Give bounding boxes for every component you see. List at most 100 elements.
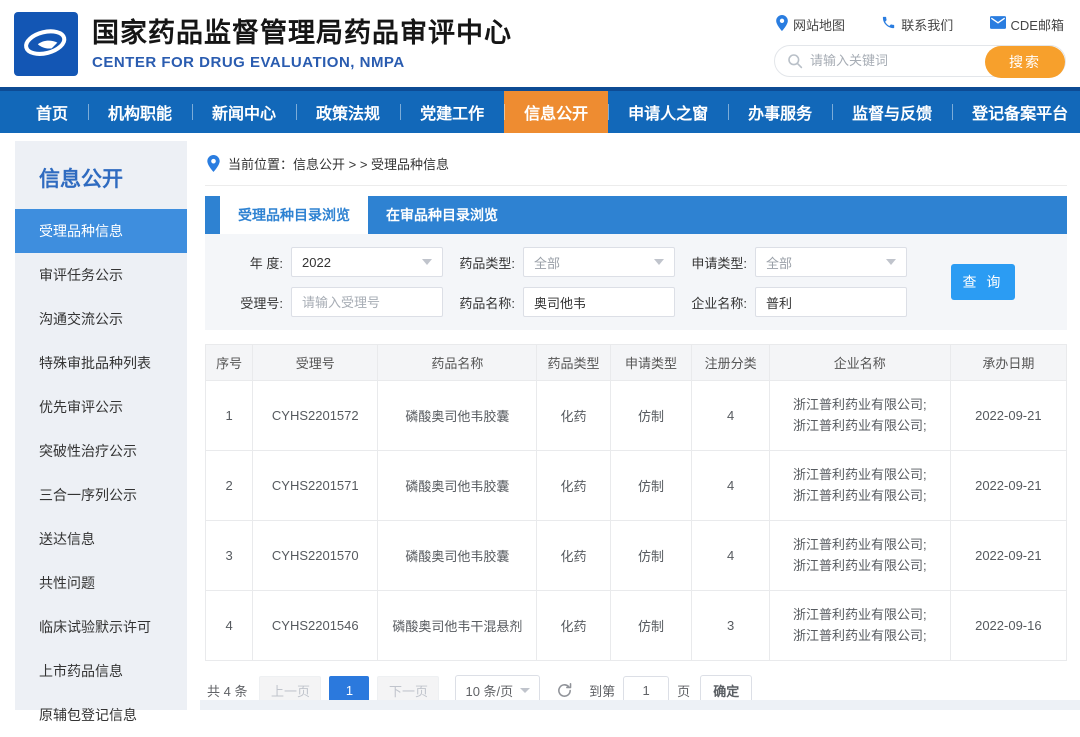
- cell-date: 2022-09-21: [950, 381, 1066, 451]
- accept-no-input[interactable]: [302, 295, 432, 310]
- nav-item-news[interactable]: 新闻中心: [192, 91, 296, 133]
- filter-accept-no: 受理号:: [221, 287, 443, 317]
- header-right: 网站地图 联系我们 CDE邮箱 搜索: [774, 11, 1066, 77]
- drug-type-select[interactable]: 全部: [523, 247, 675, 277]
- cell-index: 3: [206, 521, 253, 591]
- cell-reg-class: 4: [692, 381, 769, 451]
- apply-type-select-value: 全部: [766, 253, 886, 272]
- col-header-drug-type: 药品类型: [537, 345, 610, 381]
- sidebar-item-excipient-registration[interactable]: 原辅包登记信息: [15, 693, 187, 737]
- contact-link[interactable]: 联系我们: [881, 15, 953, 34]
- cell-company: 浙江普利药业有限公司;浙江普利药业有限公司;: [769, 591, 950, 661]
- sidebar-item-review-tasks[interactable]: 审评任务公示: [15, 253, 187, 297]
- filter-apply-type: 申请类型: 全部: [685, 247, 907, 277]
- nav-item-applicant-window[interactable]: 申请人之窗: [608, 91, 728, 133]
- filter-accept-no-label: 受理号:: [221, 293, 283, 312]
- nav-item-party[interactable]: 党建工作: [400, 91, 504, 133]
- cell-apply-type: 仿制: [610, 591, 692, 661]
- cell-drug-name: 磷酸奥司他韦胶囊: [378, 521, 537, 591]
- sidebar-item-accepted-varieties[interactable]: 受理品种信息: [15, 209, 187, 253]
- cde-logo[interactable]: [14, 12, 78, 76]
- company-field: [755, 287, 907, 317]
- sidebar-item-special-approval[interactable]: 特殊审批品种列表: [15, 341, 187, 385]
- contact-link-label: 联系我们: [901, 15, 953, 34]
- sidebar-item-common-issues[interactable]: 共性问题: [15, 561, 187, 605]
- filter-drug-type: 药品类型: 全部: [453, 247, 675, 277]
- content-area: 当前位置：信息公开 > > 受理品种信息 受理品种目录浏览 在审品种目录浏览 年…: [205, 141, 1067, 715]
- query-button[interactable]: 查 询: [951, 264, 1015, 300]
- page-size-value: 10 条/页: [465, 681, 513, 700]
- tab-under-review-catalog[interactable]: 在审品种目录浏览: [368, 196, 516, 234]
- cell-reg-class: 4: [692, 451, 769, 521]
- nav-item-policies[interactable]: 政策法规: [296, 91, 400, 133]
- drug-name-input[interactable]: [534, 295, 664, 310]
- breadcrumb-text: 当前位置：信息公开 > > 受理品种信息: [228, 154, 449, 173]
- nav-item-registration-platform[interactable]: 登记备案平台: [952, 91, 1080, 133]
- location-pin-icon: [207, 155, 220, 172]
- nav-item-services[interactable]: 办事服务: [728, 91, 832, 133]
- cell-index: 4: [206, 591, 253, 661]
- search-button[interactable]: 搜索: [985, 46, 1065, 78]
- cell-accept-no: CYHS2201570: [253, 521, 378, 591]
- apply-type-select[interactable]: 全部: [755, 247, 907, 277]
- mail-link[interactable]: CDE邮箱: [990, 15, 1064, 34]
- cell-drug-type: 化药: [537, 451, 610, 521]
- filter-drug-name-label: 药品名称:: [453, 293, 515, 312]
- table-header-row: 序号 受理号 药品名称 药品类型 申请类型 注册分类 企业名称 承办日期: [206, 345, 1067, 381]
- sidebar-item-three-in-one[interactable]: 三合一序列公示: [15, 473, 187, 517]
- cell-date: 2022-09-16: [950, 591, 1066, 661]
- sidebar-item-clinical-trial-implied-license[interactable]: 临床试验默示许可: [15, 605, 187, 649]
- year-select[interactable]: 2022: [291, 247, 443, 277]
- company-input[interactable]: [766, 295, 896, 310]
- sidebar-item-delivery-info[interactable]: 送达信息: [15, 517, 187, 561]
- filter-drug-type-label: 药品类型:: [453, 253, 515, 272]
- table-row: 4 CYHS2201546 磷酸奥司他韦干混悬剂 化药 仿制 3 浙江普利药业有…: [206, 591, 1067, 661]
- site-title: 国家药品监督管理局药品审评中心: [92, 18, 512, 49]
- breadcrumb: 当前位置：信息公开 > > 受理品种信息: [205, 141, 1067, 186]
- sidebar-item-marketed-drugs[interactable]: 上市药品信息: [15, 649, 187, 693]
- cell-apply-type: 仿制: [610, 451, 692, 521]
- col-header-date: 承办日期: [950, 345, 1066, 381]
- cell-date: 2022-09-21: [950, 451, 1066, 521]
- cell-index: 1: [206, 381, 253, 451]
- mail-icon: [990, 16, 1006, 32]
- filter-drug-name: 药品名称:: [453, 287, 675, 317]
- main-area: 信息公开 受理品种信息 审评任务公示 沟通交流公示 特殊审批品种列表 优先审评公…: [0, 133, 1080, 715]
- table-row: 1 CYHS2201572 磷酸奥司他韦胶囊 化药 仿制 4 浙江普利药业有限公…: [206, 381, 1067, 451]
- table-row: 2 CYHS2201571 磷酸奥司他韦胶囊 化药 仿制 4 浙江普利药业有限公…: [206, 451, 1067, 521]
- filter-year: 年 度: 2022: [221, 247, 443, 277]
- cell-drug-name: 磷酸奥司他韦胶囊: [378, 451, 537, 521]
- sidebar-item-priority-review[interactable]: 优先审评公示: [15, 385, 187, 429]
- nav-item-functions[interactable]: 机构职能: [88, 91, 192, 133]
- cell-reg-class: 3: [692, 591, 769, 661]
- sitemap-link-label: 网站地图: [793, 15, 845, 34]
- chevron-down-icon: [886, 259, 896, 265]
- refresh-icon[interactable]: [556, 682, 573, 699]
- goto-prefix-label: 到第: [589, 681, 615, 700]
- cell-drug-type: 化药: [537, 591, 610, 661]
- cell-accept-no: CYHS2201546: [253, 591, 378, 661]
- drug-name-field: [523, 287, 675, 317]
- map-pin-icon: [776, 15, 788, 34]
- sitemap-link[interactable]: 网站地图: [776, 15, 845, 34]
- sidebar: 信息公开 受理品种信息 审评任务公示 沟通交流公示 特殊审批品种列表 优先审评公…: [15, 141, 187, 710]
- accept-no-field: [291, 287, 443, 317]
- cell-apply-type: 仿制: [610, 521, 692, 591]
- site-titles: 国家药品监督管理局药品审评中心 CENTER FOR DRUG EVALUATI…: [92, 16, 512, 70]
- cde-logo-swirl-icon: [20, 15, 72, 72]
- nav-item-supervision[interactable]: 监督与反馈: [832, 91, 952, 133]
- sidebar-item-breakthrough-therapy[interactable]: 突破性治疗公示: [15, 429, 187, 473]
- cell-drug-name: 磷酸奥司他韦干混悬剂: [378, 591, 537, 661]
- filter-panel: 年 度: 2022 药品类型: 全部 申请类: [205, 234, 1067, 330]
- main-nav: 首页 机构职能 新闻中心 政策法规 党建工作 信息公开 申请人之窗 办事服务 监…: [0, 87, 1080, 133]
- nav-item-home[interactable]: 首页: [16, 91, 88, 133]
- sidebar-item-communication[interactable]: 沟通交流公示: [15, 297, 187, 341]
- cell-apply-type: 仿制: [610, 381, 692, 451]
- total-count: 共 4 条: [207, 681, 247, 700]
- nav-item-info-disclosure[interactable]: 信息公开: [504, 91, 608, 133]
- tab-accepted-catalog[interactable]: 受理品种目录浏览: [220, 196, 368, 234]
- col-header-reg-class: 注册分类: [692, 345, 769, 381]
- search-icon: [787, 53, 803, 69]
- drug-type-select-value: 全部: [534, 253, 654, 272]
- results-table: 序号 受理号 药品名称 药品类型 申请类型 注册分类 企业名称 承办日期 1 C…: [205, 344, 1067, 661]
